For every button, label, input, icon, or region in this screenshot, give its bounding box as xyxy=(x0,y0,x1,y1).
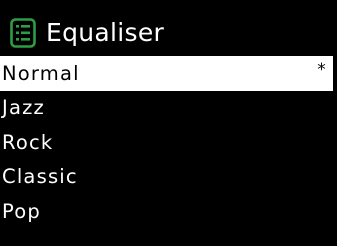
equaliser-preset-list: Normal * Jazz Rock Classic Pop xyxy=(0,56,337,229)
preset-label: Normal xyxy=(2,61,80,85)
screen-header: Equaliser xyxy=(10,16,164,50)
preset-label: Rock xyxy=(2,130,54,154)
preset-label: Pop xyxy=(2,199,41,223)
page-title: Equaliser xyxy=(46,18,165,47)
preset-item-normal[interactable]: Normal * xyxy=(0,56,333,91)
preset-item-classic[interactable]: Classic xyxy=(0,160,337,195)
preset-item-jazz[interactable]: Jazz xyxy=(0,91,337,126)
preset-label: Jazz xyxy=(2,96,45,120)
equaliser-screen: Equaliser Normal * Jazz Rock Classic Pop xyxy=(0,0,337,246)
menu-list-icon xyxy=(10,18,36,48)
preset-item-rock[interactable]: Rock xyxy=(0,125,337,160)
preset-label: Classic xyxy=(2,165,78,189)
preset-item-pop[interactable]: Pop xyxy=(0,194,337,229)
current-preset-marker: * xyxy=(317,60,327,80)
